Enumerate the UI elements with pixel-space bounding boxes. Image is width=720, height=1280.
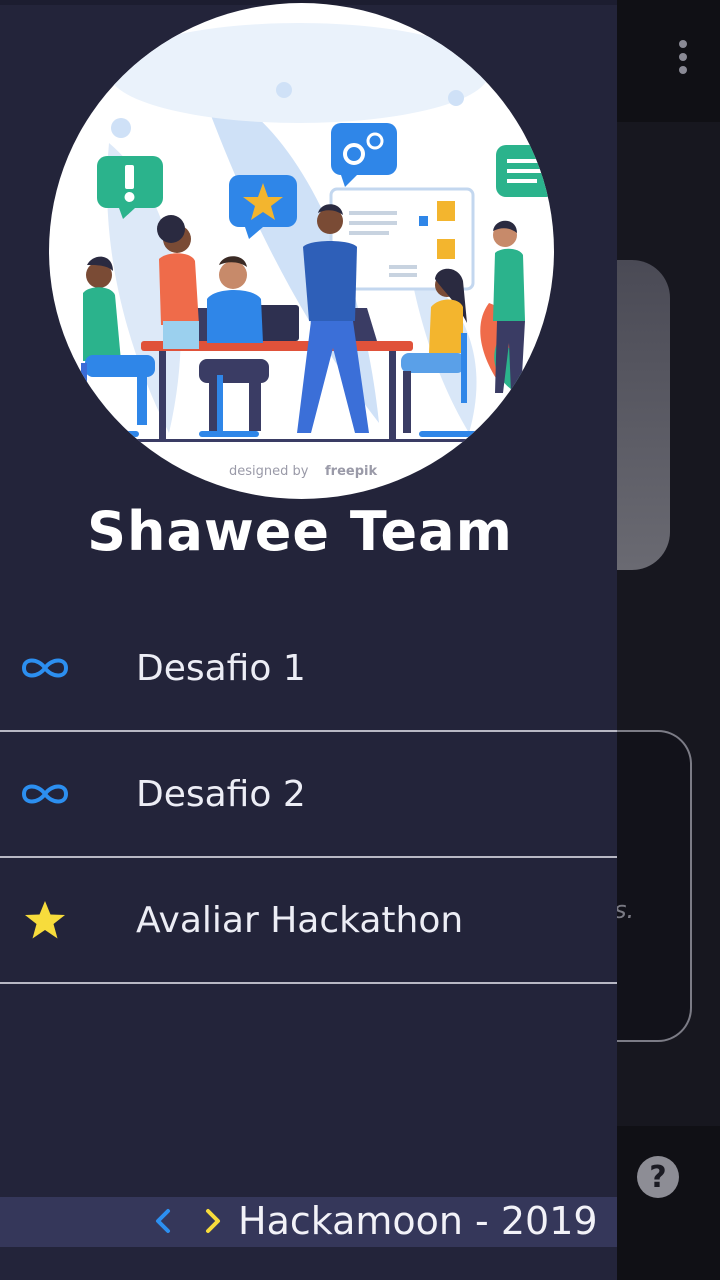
menu-item-label: Desafio 2 xyxy=(136,773,306,815)
help-icon[interactable]: ? xyxy=(637,1156,679,1198)
event-label: Hackamoon - 2019 xyxy=(238,1199,598,1243)
team-illustration: designed by freepik xyxy=(49,3,554,499)
team-name: Shawee Team xyxy=(87,500,513,563)
menu-item-label: Desafio 1 xyxy=(136,647,306,689)
menu-item-desafio-1[interactable]: Desafio 1 xyxy=(0,606,617,732)
overflow-menu-icon[interactable] xyxy=(672,40,694,84)
chevron-right-icon[interactable] xyxy=(200,1203,226,1239)
hero-credit-brand: freepik xyxy=(325,464,377,479)
star-icon xyxy=(18,900,72,940)
background-card-text: s. xyxy=(614,896,635,924)
navigation-drawer: designed by freepik Shawee Team Desafio … xyxy=(0,0,617,1280)
chevron-left-icon[interactable] xyxy=(150,1203,176,1239)
menu-item-label: Avaliar Hackathon xyxy=(136,899,464,941)
drawer-footer: Hackamoon - 2019 xyxy=(0,1197,617,1247)
drawer-menu: Desafio 1 Desafio 2 Avaliar Hackathon xyxy=(0,606,617,984)
infinity-icon xyxy=(18,774,72,814)
menu-item-desafio-2[interactable]: Desafio 2 xyxy=(0,732,617,858)
hero-credit: designed by xyxy=(229,464,309,479)
infinity-icon xyxy=(18,648,72,688)
menu-item-avaliar-hackathon[interactable]: Avaliar Hackathon xyxy=(0,858,617,984)
